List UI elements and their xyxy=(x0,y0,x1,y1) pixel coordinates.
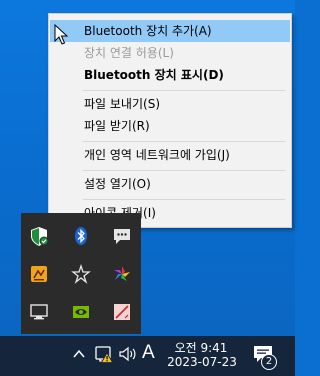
windows-security-icon[interactable] xyxy=(28,225,50,247)
menu-item-join-personal-area-network[interactable]: 개인 영역 네트워크에 가입(J) xyxy=(50,144,290,166)
clock-date[interactable]: 2023-07-23 xyxy=(166,355,238,369)
menu-separator xyxy=(83,141,285,142)
menu-item-allow-connection[interactable]: 장치 연결 허용(L) xyxy=(50,42,290,64)
mouse-cursor-icon xyxy=(54,24,68,45)
colorful-star-icon[interactable] xyxy=(111,263,133,285)
chat-bubble-icon[interactable] xyxy=(111,225,133,247)
menu-item-send-file[interactable]: 파일 보내기(S) xyxy=(50,93,290,115)
menu-separator xyxy=(83,90,285,91)
pen-tool-icon[interactable] xyxy=(111,301,133,323)
network-star-icon[interactable] xyxy=(70,263,92,285)
menu-item-open-settings[interactable]: 설정 열기(O) xyxy=(50,173,290,195)
menu-separator xyxy=(83,199,285,200)
bluetooth-icon[interactable] xyxy=(70,225,92,247)
network-warning-icon[interactable] xyxy=(94,344,114,364)
input-method-indicator[interactable]: A xyxy=(142,342,155,364)
menu-item-receive-file[interactable]: 파일 받기(R) xyxy=(50,115,290,137)
notification-count-badge: 2 xyxy=(261,354,277,370)
bluetooth-context-menu: Bluetooth 장치 추가(A) 장치 연결 허용(L) Bluetooth… xyxy=(48,13,292,228)
menu-item-add-bluetooth-device[interactable]: Bluetooth 장치 추가(A) xyxy=(50,20,290,42)
chevron-up-icon[interactable] xyxy=(72,348,86,360)
menu-separator xyxy=(83,170,285,171)
app-orange-icon[interactable] xyxy=(28,263,50,285)
speaker-volume-icon[interactable] xyxy=(118,345,138,363)
clock-time[interactable]: 오전 9:41 xyxy=(172,339,230,356)
notification-center-button[interactable]: 2 xyxy=(252,342,278,370)
menu-item-show-bluetooth-devices[interactable]: Bluetooth 장치 표시(D) xyxy=(50,64,290,86)
tray-overflow-flyout xyxy=(21,213,141,334)
nvidia-icon[interactable] xyxy=(70,301,92,323)
display-icon[interactable] xyxy=(28,301,50,323)
